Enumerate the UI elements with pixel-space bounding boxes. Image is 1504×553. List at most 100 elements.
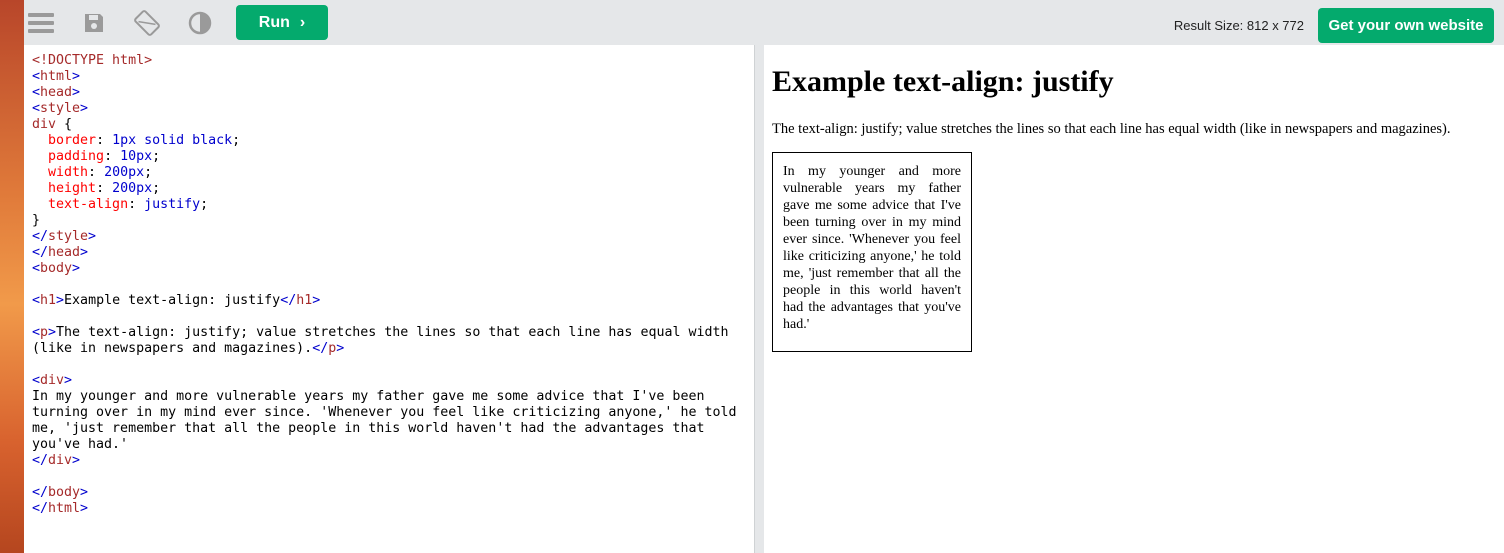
run-button[interactable]: Run › — [236, 5, 328, 40]
code-line[interactable]: height: 200px; — [32, 181, 754, 197]
panel-divider[interactable] — [755, 45, 764, 553]
code-token: </ — [32, 245, 49, 260]
code-token: > — [312, 293, 321, 308]
code-token: html — [48, 501, 81, 516]
code-line[interactable]: you've had.' — [32, 437, 754, 453]
code-token: : — [96, 133, 113, 148]
code-line[interactable]: border: 1px solid black; — [32, 133, 754, 149]
code-token: { — [64, 117, 73, 132]
code-token: ; — [232, 133, 241, 148]
code-line[interactable]: </style> — [32, 229, 754, 245]
code-token: (like in newspapers and magazines). — [32, 341, 313, 356]
code-token: > — [56, 293, 65, 308]
code-line[interactable]: <body> — [32, 261, 754, 277]
code-token: > — [72, 453, 81, 468]
code-token: > — [336, 341, 345, 356]
code-token: head — [48, 245, 81, 260]
code-token: > — [72, 261, 81, 276]
code-token: 200px — [104, 165, 145, 180]
code-token: < — [32, 325, 41, 340]
code-line[interactable] — [32, 309, 754, 325]
code-line[interactable]: text-align: justify; — [32, 197, 754, 213]
code-token: turning over in my mind ever since. 'Whe… — [32, 405, 737, 420]
contrast-icon[interactable] — [183, 6, 217, 40]
code-line[interactable]: div { — [32, 117, 754, 133]
code-token: p — [40, 325, 49, 340]
code-line[interactable]: </body> — [32, 485, 754, 501]
code-token: div — [40, 373, 65, 388]
code-token: 200px — [112, 181, 153, 196]
code-line[interactable]: <head> — [32, 85, 754, 101]
code-token: : — [104, 149, 121, 164]
code-token: 10px — [120, 149, 153, 164]
result-size-label: Result Size: 812 x 772 — [1173, 18, 1304, 33]
code-text[interactable]: <!DOCTYPE html> <html> <head> <style> div { … — [32, 53, 754, 517]
code-line[interactable]: <html> — [32, 69, 754, 85]
code-editor[interactable]: <!DOCTYPE html> <html> <head> <style> div { … — [24, 45, 755, 553]
code-line[interactable]: </html> — [32, 501, 754, 517]
code-token: < — [32, 261, 41, 276]
code-token: > — [72, 69, 81, 84]
code-token: padding — [48, 149, 105, 164]
code-token: </ — [32, 501, 49, 516]
toolbar: Run › Result Size: 812 x 772 Get your ow… — [24, 0, 1504, 45]
code-token: ; — [144, 165, 153, 180]
justified-box: In my younger and more vulnerable years … — [772, 152, 972, 352]
code-token: me, 'just remember that all the people i… — [32, 421, 705, 436]
code-token: : — [96, 181, 113, 196]
result-panel: Example text-align: justify The text-ali… — [764, 45, 1504, 553]
code-token: > — [80, 245, 89, 260]
code-token: h1 — [296, 293, 313, 308]
menu-icon[interactable] — [24, 6, 58, 40]
code-token: > — [72, 85, 81, 100]
code-token: h1 — [40, 293, 57, 308]
code-token: Example text-align: justify — [64, 293, 281, 308]
code-token: style — [48, 229, 89, 244]
code-line[interactable]: In my younger and more vulnerable years … — [32, 389, 754, 405]
code-line[interactable]: <style> — [32, 101, 754, 117]
code-token: html — [40, 69, 73, 84]
code-line[interactable]: (like in newspapers and magazines).</p> — [32, 341, 754, 357]
code-line[interactable]: } — [32, 213, 754, 229]
code-token: height — [48, 181, 97, 196]
code-token: text-align — [48, 197, 129, 212]
chevron-right-icon: › — [299, 13, 306, 31]
code-line[interactable]: <p>The text-align: justify; value stretc… — [32, 325, 754, 341]
code-token: </ — [32, 485, 49, 500]
code-token: justify — [144, 197, 201, 212]
code-token: < — [32, 101, 41, 116]
code-token: : — [88, 165, 105, 180]
code-line[interactable]: me, 'just remember that all the people i… — [32, 421, 754, 437]
code-line[interactable]: padding: 10px; — [32, 149, 754, 165]
desktop-background — [0, 0, 24, 553]
code-line[interactable]: <!DOCTYPE html> — [32, 53, 754, 69]
code-token: body — [48, 485, 81, 500]
code-token: < — [32, 85, 41, 100]
code-line[interactable]: turning over in my mind ever since. 'Whe… — [32, 405, 754, 421]
code-line[interactable] — [32, 277, 754, 293]
code-line[interactable]: <h1>Example text-align: justify</h1> — [32, 293, 754, 309]
code-token: </ — [312, 341, 329, 356]
code-token: In my younger and more vulnerable years … — [32, 389, 705, 404]
code-token: body — [40, 261, 73, 276]
code-line[interactable]: </head> — [32, 245, 754, 261]
code-token: < — [32, 293, 41, 308]
rotate-icon[interactable] — [130, 6, 164, 40]
code-token: head — [40, 85, 73, 100]
code-token: > — [80, 501, 89, 516]
code-token: < — [32, 373, 41, 388]
code-token: ; — [152, 181, 161, 196]
code-line[interactable]: </div> — [32, 453, 754, 469]
code-line[interactable] — [32, 469, 754, 485]
get-your-own-website-button[interactable]: Get your own website — [1318, 8, 1494, 43]
code-line[interactable] — [32, 357, 754, 373]
code-line[interactable]: width: 200px; — [32, 165, 754, 181]
code-line[interactable]: <div> — [32, 373, 754, 389]
code-token: div — [32, 117, 65, 132]
result-heading: Example text-align: justify — [772, 65, 1114, 98]
save-icon[interactable] — [77, 6, 111, 40]
